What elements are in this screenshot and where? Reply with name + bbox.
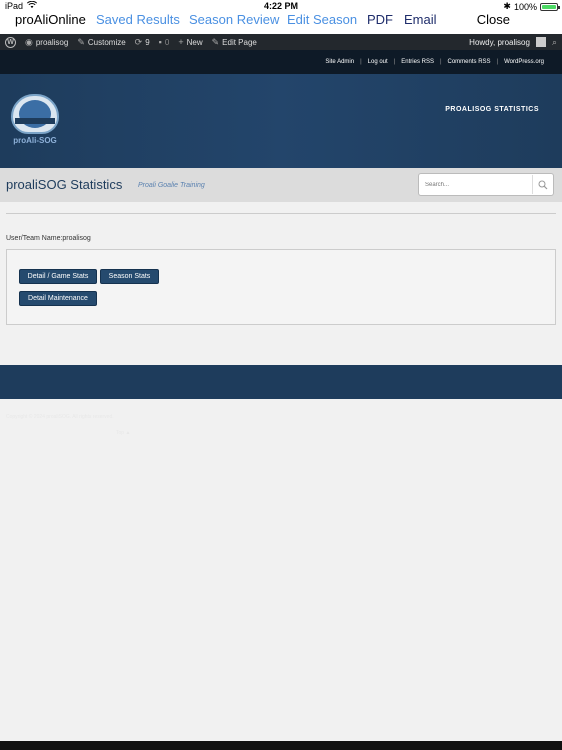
bluetooth-icon: ✱ — [503, 1, 511, 11]
header-tagline: PROALISOG STATISTICS — [445, 106, 539, 113]
top-links-bar: Site Admin | Log out | Entries RSS | Com… — [0, 50, 562, 74]
link-wordpress-org[interactable]: WordPress.org — [504, 59, 544, 65]
admin-customize-label: Customize — [87, 37, 126, 47]
wp-admin-bar: W ◉ proalisog ✎ Customize ⟳ 9 ▪ 0 + New … — [0, 34, 562, 50]
pencil-icon: ✎ — [211, 36, 220, 47]
battery-fill — [542, 4, 556, 9]
title-bar: proaliSOG Statistics Proali Goalie Train… — [0, 168, 562, 202]
search-input[interactable] — [425, 179, 533, 191]
app-title: proAliOnline — [15, 12, 86, 27]
link-separator: | — [439, 59, 442, 65]
nav-edit-season[interactable]: Edit Season — [287, 12, 357, 27]
admin-site-link[interactable]: ◉ proalisog — [25, 37, 68, 48]
ios-status-bar: iPad 4:22 PM ✱ 100% — [0, 0, 562, 12]
comment-icon: ▪ — [158, 37, 162, 47]
link-entries-rss[interactable]: Entries RSS — [401, 59, 434, 65]
battery-icon — [540, 2, 560, 11]
admin-updates-count: 9 — [145, 37, 150, 47]
detail-maintenance-button[interactable]: Detail Maintenance — [19, 291, 97, 306]
link-separator: | — [393, 59, 396, 65]
site-logo[interactable]: proAli-SOG — [9, 94, 61, 150]
logo-band — [15, 118, 55, 124]
site-header: proAli-SOG PROALISOG STATISTICS — [0, 74, 562, 168]
link-comments-rss[interactable]: Comments RSS — [448, 59, 491, 65]
status-right: ✱ 100% — [503, 1, 560, 12]
logo-badge-icon — [11, 94, 59, 134]
link-log-out[interactable]: Log out — [368, 59, 388, 65]
brush-icon: ✎ — [77, 36, 85, 47]
admin-updates-link[interactable]: ⟳ 9 — [135, 37, 150, 48]
admin-comments-count: 0 — [164, 37, 170, 47]
admin-edit-page-label: Edit Page — [222, 37, 257, 47]
nav-pdf[interactable]: PDF — [367, 12, 393, 27]
admin-customize-link[interactable]: ✎ Customize — [77, 37, 125, 48]
admin-new-link[interactable]: + New — [178, 37, 202, 47]
search-icon[interactable]: ⌕ — [552, 37, 557, 48]
footer-credit: Copyright © 2024 proaliSOG. All rights r… — [6, 414, 114, 420]
site-footer — [0, 365, 562, 399]
link-site-admin[interactable]: Site Admin — [325, 59, 354, 65]
app-nav-bar: proAliOnline Saved Results Season Review… — [0, 12, 562, 34]
plus-icon: + — [178, 37, 184, 47]
refresh-icon: ⟳ — [134, 36, 143, 47]
wordpress-logo-icon[interactable]: W — [5, 36, 16, 48]
battery-percent: 100% — [513, 1, 537, 12]
status-time: 4:22 PM — [263, 1, 298, 11]
dashboard-icon: ◉ — [25, 36, 33, 47]
season-stats-button[interactable]: Season Stats — [100, 269, 159, 284]
nav-saved-results[interactable]: Saved Results — [96, 12, 180, 27]
content-divider — [6, 213, 556, 214]
admin-comments-link[interactable]: ▪ 0 — [159, 37, 170, 47]
page-subtitle: Proali Goalie Training — [138, 182, 205, 189]
close-button[interactable]: Close — [477, 12, 510, 27]
nav-season-review[interactable]: Season Review — [189, 12, 279, 27]
nav-email[interactable]: Email — [404, 12, 437, 27]
page-title: proaliSOG Statistics — [6, 177, 123, 192]
admin-bar-right: Howdy, proalisog ⌕ — [469, 37, 562, 48]
admin-greeting[interactable]: Howdy, proalisog — [469, 38, 530, 47]
detail-game-stats-button[interactable]: Detail / Game Stats — [19, 269, 97, 284]
back-to-top-link[interactable]: Top ▲ — [116, 430, 130, 436]
search-icon[interactable] — [532, 175, 552, 194]
link-separator: | — [496, 59, 499, 65]
avatar[interactable] — [535, 37, 546, 47]
stats-panel: Detail / Game Stats Season Stats Detail … — [6, 249, 556, 325]
admin-edit-page-link[interactable]: ✎ Edit Page — [212, 37, 257, 48]
admin-site-name: proalisog — [35, 37, 69, 47]
logo-text: proAli-SOG — [13, 136, 57, 145]
admin-new-label: New — [186, 37, 203, 47]
search-box — [418, 173, 554, 196]
bottom-edge — [0, 741, 562, 750]
link-separator: | — [360, 59, 362, 65]
user-team-name: User/Team Name:proalisog — [6, 235, 91, 242]
